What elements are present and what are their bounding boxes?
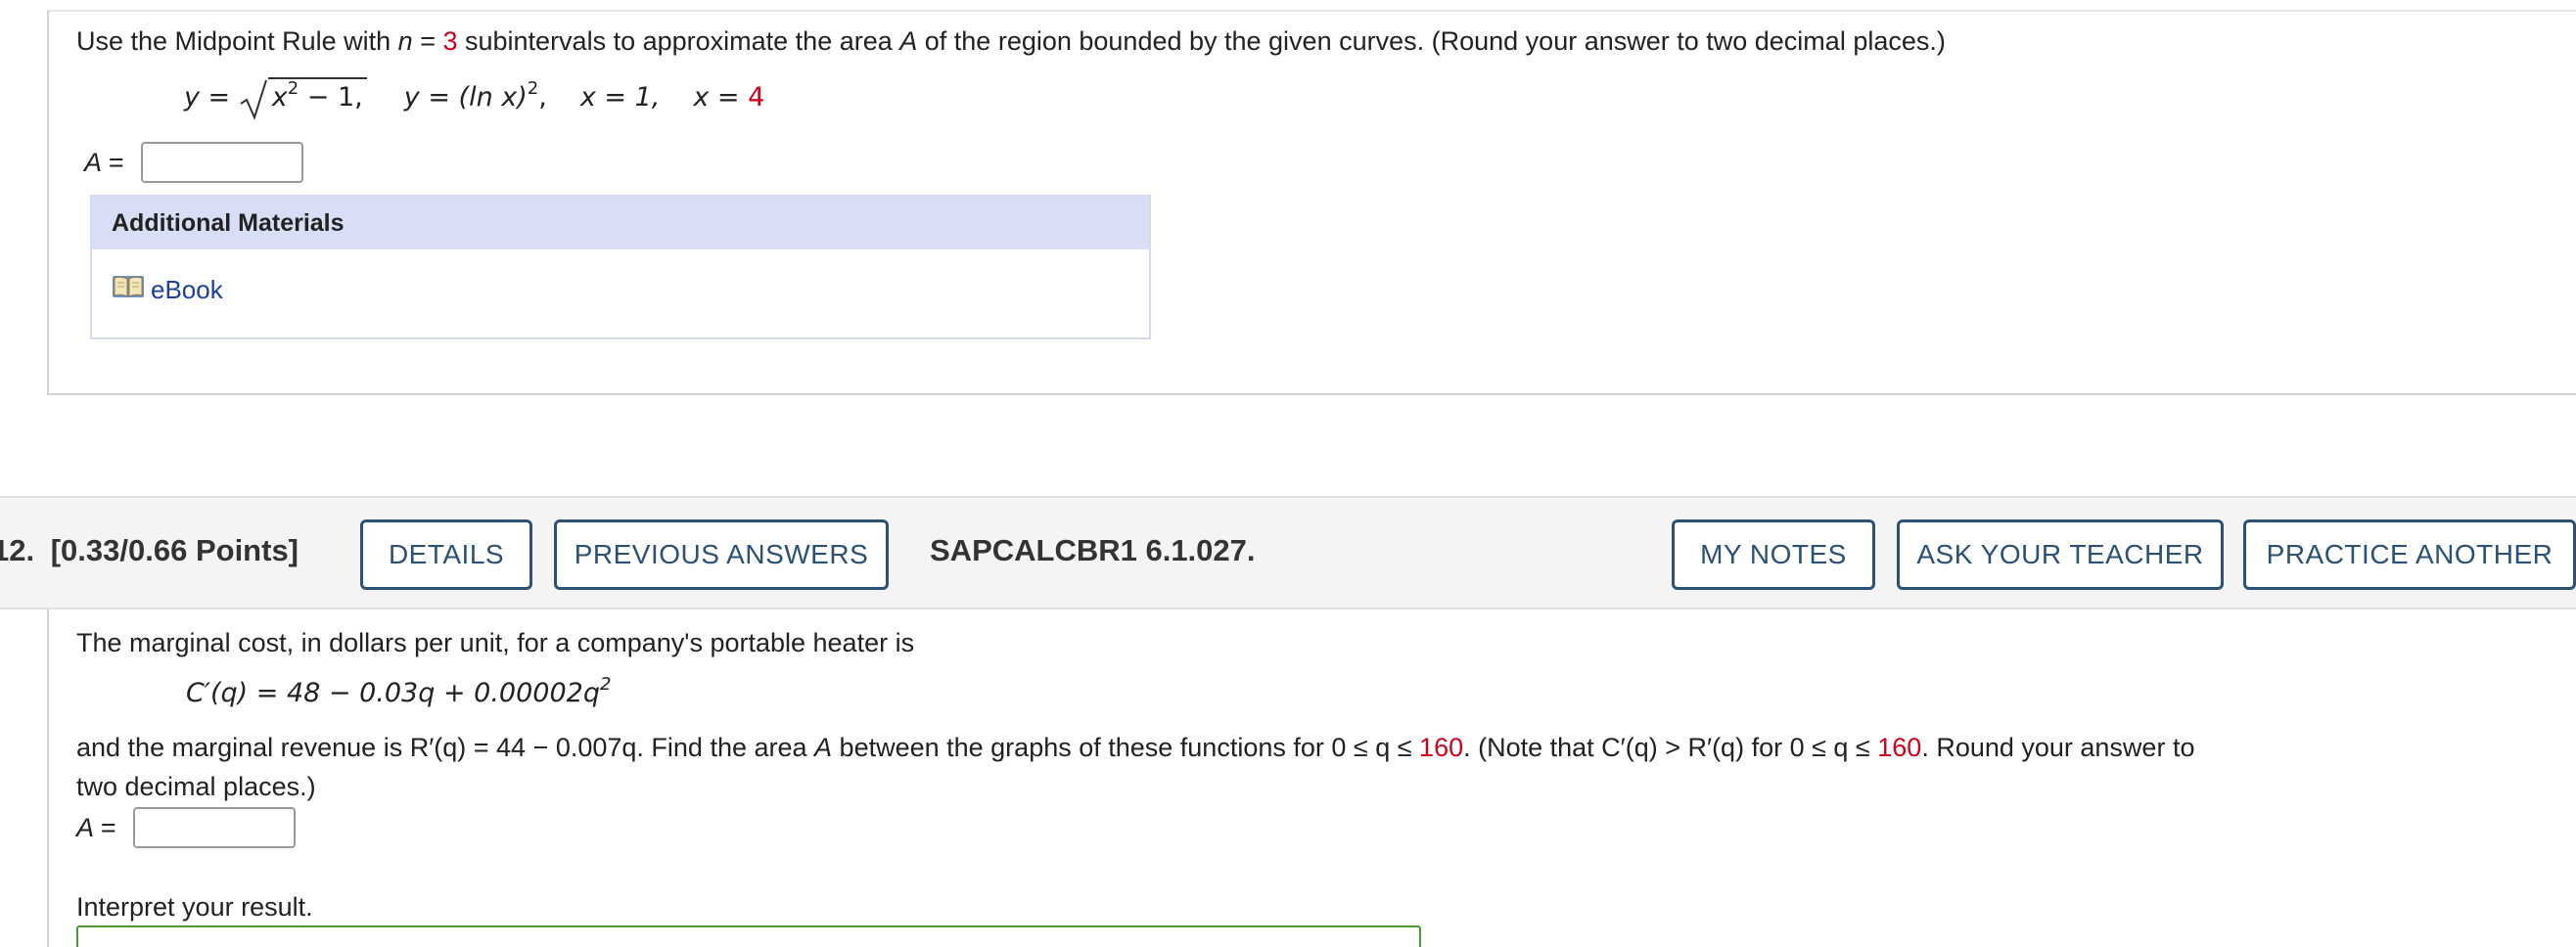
- question-12-text: and the marginal revenue is R′(q) = 44 −…: [76, 733, 2195, 762]
- n-value: 3: [442, 26, 458, 56]
- source-code: SAPCALCBR1 6.1.027.: [930, 533, 1256, 567]
- answer-input-q12[interactable]: [133, 807, 296, 848]
- question-number: 12. [0.33/0.66 Points]: [0, 533, 299, 567]
- interpret-answer-box[interactable]: [76, 925, 1421, 947]
- question-12-intro: The marginal cost, in dollars per unit, …: [76, 628, 915, 657]
- question-12-header: 12. [0.33/0.66 Points] DETAILS PREVIOUS …: [0, 496, 2576, 609]
- question-1-prompt: Use the Midpoint Rule with n = 3 subinte…: [76, 26, 1946, 56]
- ebook-label: eBook: [151, 275, 223, 304]
- sqrt-expression: x2 − 1,: [239, 76, 367, 120]
- points-label: [0.33/0.66 Points]: [50, 533, 299, 567]
- additional-materials-header: Additional Materials: [92, 197, 1149, 249]
- question-12-text-cont: two decimal places.): [76, 772, 316, 801]
- answer-label-q12: A =: [76, 813, 116, 842]
- ask-your-teacher-button[interactable]: ASK YOUR TEACHER: [1897, 519, 2224, 590]
- answer-input-q1[interactable]: [141, 142, 303, 183]
- book-icon: [112, 273, 145, 307]
- details-button[interactable]: DETAILS: [360, 519, 532, 590]
- interpret-label: Interpret your result.: [76, 892, 313, 922]
- ebook-link[interactable]: eBook: [112, 273, 223, 307]
- previous-answers-button[interactable]: PREVIOUS ANSWERS: [554, 519, 889, 590]
- additional-materials-panel: Additional Materials eBook: [90, 195, 1151, 339]
- answer-label-q1: A =: [84, 148, 124, 177]
- my-notes-button[interactable]: MY NOTES: [1672, 519, 1875, 590]
- curve-equations: y = x2 − 1, y = (ln x)2, x = 1, x = 4: [184, 76, 764, 120]
- cost-function: C′(q) = 48 − 0.03q + 0.00002q2: [186, 674, 612, 709]
- practice-another-button[interactable]: PRACTICE ANOTHER: [2243, 519, 2576, 590]
